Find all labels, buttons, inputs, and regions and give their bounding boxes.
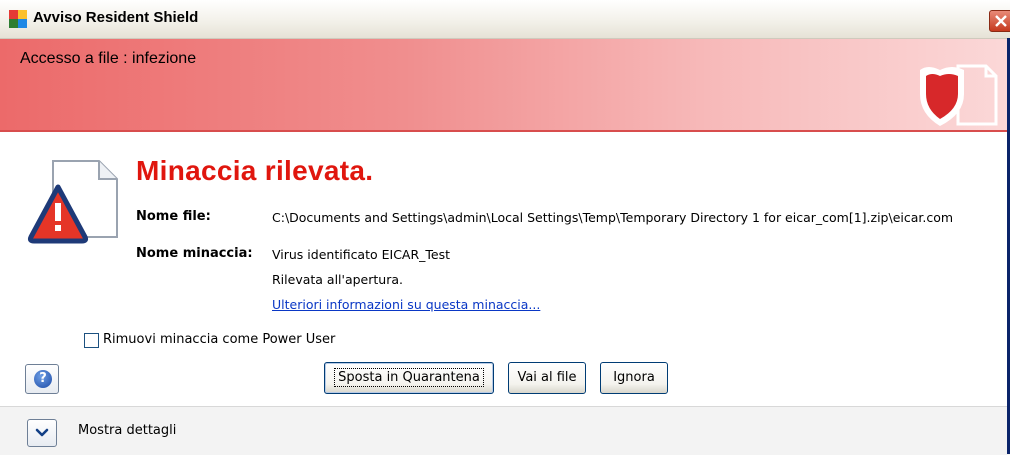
threat-headline: Minaccia rilevata. [136,155,374,186]
more-info-link[interactable]: Ulteriori informazioni su questa minacci… [272,297,540,312]
close-button[interactable] [989,10,1010,32]
warning-document-icon [27,160,118,244]
title-bar: Avviso Resident Shield [0,0,1010,39]
shield-document-icon [920,64,998,126]
help-button[interactable]: ? [25,364,59,394]
threat-name-label: Nome minaccia: [136,246,253,261]
quarantine-button[interactable]: Sposta in Quarantena [324,362,494,394]
file-name-label: Nome file: [136,209,211,224]
detection-status: Rilevata all'apertura. [272,272,403,287]
threat-name-value: Virus identificato EICAR_Test [272,247,451,262]
avg-logo-icon [9,10,27,28]
goto-file-button[interactable]: Vai al file [508,362,586,394]
quarantine-button-label: Sposta in Quarantena [334,368,484,387]
banner-divider [0,130,1010,132]
chevron-down-icon [35,428,49,437]
help-icon: ? [34,370,52,388]
file-name-value: C:\Documents and Settings\admin\Local Se… [272,210,954,225]
close-icon [995,15,1007,27]
ignore-button[interactable]: Ignora [600,362,668,394]
power-user-label: Rimuovi minaccia come Power User [103,332,336,347]
ignore-button-label: Ignora [613,370,655,385]
goto-file-button-label: Vai al file [517,370,577,385]
banner-title: Accesso a file : infezione [20,50,197,67]
window-title: Avviso Resident Shield [33,9,199,26]
power-user-checkbox[interactable] [84,333,99,348]
details-footer: Mostra dettagli [0,406,1010,455]
show-details-label[interactable]: Mostra dettagli [78,423,176,438]
expand-details-button[interactable] [27,419,57,447]
